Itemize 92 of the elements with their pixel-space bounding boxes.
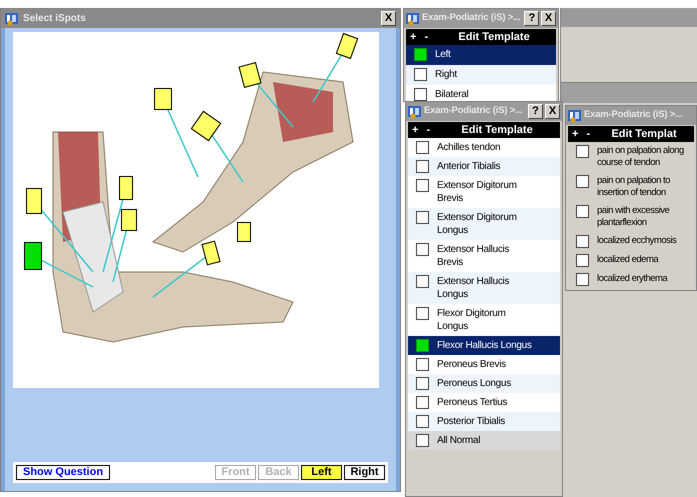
list-item[interactable]: Extensor Digitorum Longus: [408, 208, 560, 240]
list-item[interactable]: Anterior Tibialis: [408, 157, 560, 176]
item-label: Achilles tendon: [437, 141, 500, 154]
checkbox[interactable]: [416, 275, 429, 288]
item-label: Flexor Digitorum Longus: [437, 307, 507, 333]
help-button[interactable]: ?: [528, 104, 543, 119]
expand-button[interactable]: +: [572, 126, 578, 142]
checkbox[interactable]: [576, 273, 589, 286]
app-icon: [408, 104, 422, 118]
item-label: All Normal: [437, 434, 480, 447]
collapse-button[interactable]: -: [426, 122, 430, 138]
item-label: localized edema: [597, 254, 658, 266]
checkbox[interactable]: [576, 205, 589, 218]
checkbox[interactable]: [416, 307, 429, 320]
ispot-marker[interactable]: [154, 88, 172, 110]
item-label: pain with excessive plantarflexion: [597, 205, 670, 229]
close-button[interactable]: X: [545, 104, 560, 119]
app-icon: [406, 12, 420, 26]
ispot-marker[interactable]: [201, 240, 221, 266]
list-item[interactable]: All Normal: [408, 431, 560, 450]
checkbox[interactable]: [576, 175, 589, 188]
checkbox[interactable]: [416, 434, 429, 447]
item-label: Extensor Hallucis Brevis: [437, 243, 510, 269]
checkbox[interactable]: [416, 377, 429, 390]
header-title: Edit Template: [457, 30, 531, 45]
close-button[interactable]: X: [381, 11, 396, 26]
window-title: Select iSpots: [23, 12, 86, 26]
checkbox[interactable]: [576, 235, 589, 248]
item-label: Anterior Tibialis: [437, 160, 500, 173]
ispot-marker[interactable]: [238, 62, 262, 88]
item-label: Extensor Hallucis Longus: [437, 275, 510, 301]
list-item[interactable]: pain on palpation along course of tendon: [568, 142, 694, 172]
checkbox[interactable]: [416, 415, 429, 428]
checkbox[interactable]: [416, 339, 429, 352]
header-title: Edit Templat: [610, 126, 678, 142]
ispot-marker[interactable]: [121, 209, 137, 231]
item-label: Peroneus Brevis: [437, 358, 506, 371]
checkbox[interactable]: [416, 358, 429, 371]
window-title: Exam-Podiatric (iS) >...: [584, 108, 682, 122]
item-label: Peroneus Tertius: [437, 396, 508, 409]
view-button[interactable]: Left: [301, 465, 342, 480]
view-button[interactable]: Right: [344, 465, 385, 480]
checkbox[interactable]: [576, 145, 589, 158]
ispot-marker[interactable]: [237, 222, 251, 242]
item-label: Right: [435, 68, 457, 81]
item-label: pain on palpation along course of tendon: [597, 145, 685, 169]
checkbox[interactable]: [416, 160, 429, 173]
window-title: Exam-Podiatric (iS) >...: [424, 104, 522, 118]
item-label: Posterior Tibialis: [437, 415, 505, 428]
checkbox[interactable]: [414, 48, 427, 61]
list-item[interactable]: Right: [406, 65, 556, 85]
checkbox[interactable]: [416, 141, 429, 154]
show-question-button[interactable]: Show Question: [16, 465, 110, 480]
help-button[interactable]: ?: [524, 11, 540, 26]
app-icon: [5, 12, 19, 26]
list-item[interactable]: Posterior Tibialis: [408, 412, 560, 431]
checkbox[interactable]: [416, 396, 429, 409]
checkbox[interactable]: [414, 68, 427, 81]
ispot-marker[interactable]: [26, 188, 42, 214]
expand-button[interactable]: +: [412, 122, 418, 138]
item-label: Left: [435, 48, 450, 61]
list-item[interactable]: Flexor Hallucis Longus: [408, 336, 560, 355]
list-item[interactable]: localized ecchymosis: [568, 232, 694, 251]
checkbox[interactable]: [416, 243, 429, 256]
item-label: localized erythema: [597, 273, 668, 285]
window-title: Exam-Podiatric (iS) >...: [422, 11, 520, 26]
list-item[interactable]: localized erythema: [568, 270, 694, 289]
close-button[interactable]: X: [541, 11, 556, 26]
item-label: Extensor Digitorum Brevis: [437, 179, 518, 205]
checkbox[interactable]: [414, 88, 427, 101]
list-item[interactable]: localized edema: [568, 251, 694, 270]
item-label: pain on palpation to insertion of tendon: [597, 175, 671, 199]
checkbox[interactable]: [576, 254, 589, 267]
list-item[interactable]: Extensor Hallucis Longus: [408, 272, 560, 304]
item-label: localized ecchymosis: [597, 235, 676, 247]
header-title: Edit Template: [460, 122, 534, 138]
list-item[interactable]: pain on palpation to insertion of tendon: [568, 172, 694, 202]
app-icon: [568, 108, 582, 122]
list-item[interactable]: Peroneus Longus: [408, 374, 560, 393]
list-item[interactable]: Left: [406, 45, 556, 65]
item-label: Peroneus Longus: [437, 377, 511, 390]
checkbox[interactable]: [416, 211, 429, 224]
checkbox[interactable]: [416, 179, 429, 192]
collapse-button[interactable]: -: [424, 28, 428, 46]
item-label: Extensor Digitorum Longus: [437, 211, 518, 237]
item-label: Bilateral: [435, 88, 468, 101]
expand-button[interactable]: +: [410, 28, 416, 46]
ispot-marker[interactable]: [24, 242, 42, 270]
list-item[interactable]: pain with excessive plantarflexion: [568, 202, 694, 232]
ispot-marker[interactable]: [119, 176, 133, 200]
item-label: Flexor Hallucis Longus: [437, 339, 532, 352]
collapse-button[interactable]: -: [586, 126, 590, 142]
